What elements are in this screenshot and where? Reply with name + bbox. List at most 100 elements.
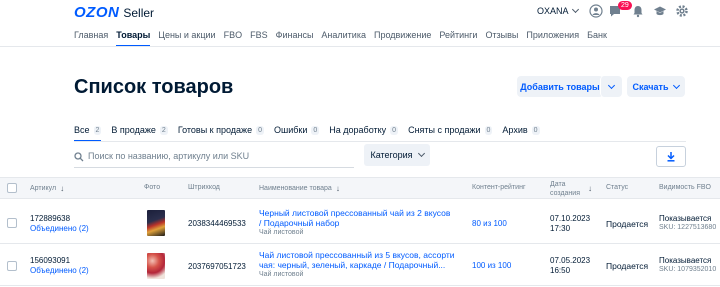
product-name-link[interactable]: Черный листовой прессованный чай из 2 вк… <box>259 208 454 228</box>
logo-product: Seller <box>123 6 155 20</box>
nav-item-fbo[interactable]: FBO <box>224 30 243 46</box>
row-checkbox[interactable] <box>7 218 17 228</box>
add-products-button[interactable]: Добавить товары <box>517 76 603 97</box>
created-time: 16:50 <box>550 266 571 275</box>
product-photo[interactable] <box>147 210 165 236</box>
sku-text: SKU: 1227513680 <box>659 224 717 231</box>
nav-item-reviews[interactable]: Отзывы <box>485 30 518 46</box>
nav-item-promotion[interactable]: Продвижение <box>374 30 431 46</box>
column-content-rating[interactable]: Контент-рейтинг <box>472 184 526 191</box>
nav-item-prices[interactable]: Цены и акции <box>158 30 215 46</box>
download-button[interactable]: Скачать <box>627 76 685 97</box>
filter-tab-on-sale[interactable]: В продаже 2 <box>111 119 168 141</box>
nav-item-finance[interactable]: Финансы <box>276 30 314 46</box>
filter-tab-count: 2 <box>93 125 102 135</box>
nav-item-fbs[interactable]: FBS <box>250 30 268 46</box>
search-input[interactable] <box>88 151 348 161</box>
filter-divider <box>74 141 686 142</box>
column-fbo-visibility: Видимость FBO <box>659 184 711 191</box>
product-category: Чай листовой <box>259 271 304 278</box>
column-rating-label: Контент-рейтинг <box>472 184 526 191</box>
nav-item-home[interactable]: Главная <box>74 30 108 46</box>
row-checkbox[interactable] <box>7 261 17 271</box>
nav-item-ratings[interactable]: Рейтинги <box>439 30 477 46</box>
filter-tab-ready[interactable]: Готовы к продаже 0 <box>178 119 264 141</box>
category-label: Категория <box>370 150 413 160</box>
chevron-down-icon <box>673 81 681 89</box>
filter-tab-all[interactable]: Все 2 <box>74 119 102 142</box>
category-dropdown[interactable]: Категория <box>364 144 430 166</box>
product-photo[interactable] <box>147 253 165 279</box>
account-menu[interactable]: OXANA <box>537 5 579 16</box>
status-text: Продается <box>606 219 649 229</box>
top-bar: OZON Seller OXANA 29 <box>0 0 720 24</box>
column-date[interactable]: Дата создания <box>550 180 580 198</box>
profile-icon[interactable] <box>589 4 603 18</box>
filter-tab-removed[interactable]: Сняты с продажи 0 <box>408 119 493 141</box>
merged-link[interactable]: Объединено (2) <box>30 224 89 233</box>
nav-item-bank[interactable]: Банк <box>587 30 607 46</box>
bell-icon[interactable] <box>631 4 645 18</box>
created-date: 07.05.2023 <box>550 256 591 265</box>
content-rating-link[interactable]: 100 из 100 <box>472 261 511 270</box>
filter-tab-label: В продаже <box>111 125 156 135</box>
content-rating-link[interactable]: 80 из 100 <box>472 219 507 228</box>
main-nav: Главная Товары Цены и акции FBO FBS Фина… <box>74 30 615 47</box>
table-header: Артикул ↓ Фото Штрихкод Наименование тов… <box>0 177 720 199</box>
table-row[interactable]: 156093091 Объединено (2) 2037697051723 Ч… <box>0 245 720 286</box>
nav-item-products[interactable]: Товары <box>116 30 151 47</box>
status-filter-tabs: Все 2 В продаже 2 Готовы к продаже 0 Оши… <box>74 119 550 142</box>
chevron-down-icon <box>417 149 425 158</box>
status-text: Продается <box>606 261 649 271</box>
table-row[interactable]: 172889638 Объединено (2) 2038344469533 Ч… <box>0 203 720 244</box>
filter-tab-label: Все <box>74 125 90 135</box>
column-status-label: Статус <box>606 184 629 191</box>
column-date-label-line2: создания <box>550 190 580 197</box>
column-barcode: Штрихкод <box>188 184 220 191</box>
created-date: 07.10.2023 <box>550 214 591 223</box>
filter-tab-count: 2 <box>159 125 168 135</box>
settings-gear-icon[interactable] <box>675 4 689 18</box>
filter-tab-count: 0 <box>311 125 320 135</box>
add-products-dropdown-button[interactable] <box>600 76 622 97</box>
product-category: Чай листовой <box>259 229 304 236</box>
sort-arrow-icon[interactable]: ↓ <box>588 184 592 193</box>
export-download-button[interactable] <box>656 146 686 167</box>
notifications-badge: 29 <box>618 1 632 10</box>
merged-link[interactable]: Объединено (2) <box>30 266 89 275</box>
sku-text: SKU: 1079352010 <box>659 266 717 273</box>
filter-tab-rework[interactable]: На доработку 0 <box>329 119 399 141</box>
visibility-text: Показывается <box>659 214 712 223</box>
column-article[interactable]: Артикул ↓ <box>30 184 64 193</box>
search-icon <box>74 152 84 162</box>
select-all-checkbox[interactable] <box>7 183 17 193</box>
chevron-down-icon <box>607 81 616 89</box>
ozon-seller-logo[interactable]: OZON Seller <box>74 4 154 21</box>
column-visibility-label: Видимость FBO <box>659 184 711 191</box>
column-name-label: Наименование товара <box>259 185 332 192</box>
add-products-label: Добавить товары <box>520 81 600 92</box>
column-date-label-line1: Дата <box>550 181 566 188</box>
article-number: 172889638 <box>30 214 71 223</box>
created-time: 17:30 <box>550 224 571 233</box>
product-name-link[interactable]: Чай листовой прессованный из 5 вкусов, а… <box>259 250 464 270</box>
filter-tab-label: На доработку <box>329 125 387 135</box>
column-name[interactable]: Наименование товара ↓ <box>259 184 340 193</box>
education-cap-icon[interactable] <box>653 4 667 18</box>
filter-tab-label: Сняты с продажи <box>408 125 481 135</box>
column-article-label: Артикул <box>30 185 57 192</box>
column-status: Статус <box>606 184 628 191</box>
filter-tab-label: Ошибки <box>273 125 308 135</box>
download-label: Скачать <box>632 81 669 92</box>
nav-divider <box>0 46 720 47</box>
download-icon <box>667 152 675 162</box>
nav-item-analytics[interactable]: Аналитика <box>321 30 366 46</box>
filter-tab-errors[interactable]: Ошибки 0 <box>273 119 320 141</box>
nav-item-apps[interactable]: Приложения <box>526 30 579 46</box>
logo-brand: OZON <box>74 4 120 21</box>
account-name: OXANA <box>537 6 569 16</box>
filter-tab-archive[interactable]: Архив 0 <box>502 119 540 141</box>
visibility-text: Показывается <box>659 256 712 265</box>
filter-tab-count: 0 <box>484 125 493 135</box>
filter-tab-count: 0 <box>390 125 399 135</box>
